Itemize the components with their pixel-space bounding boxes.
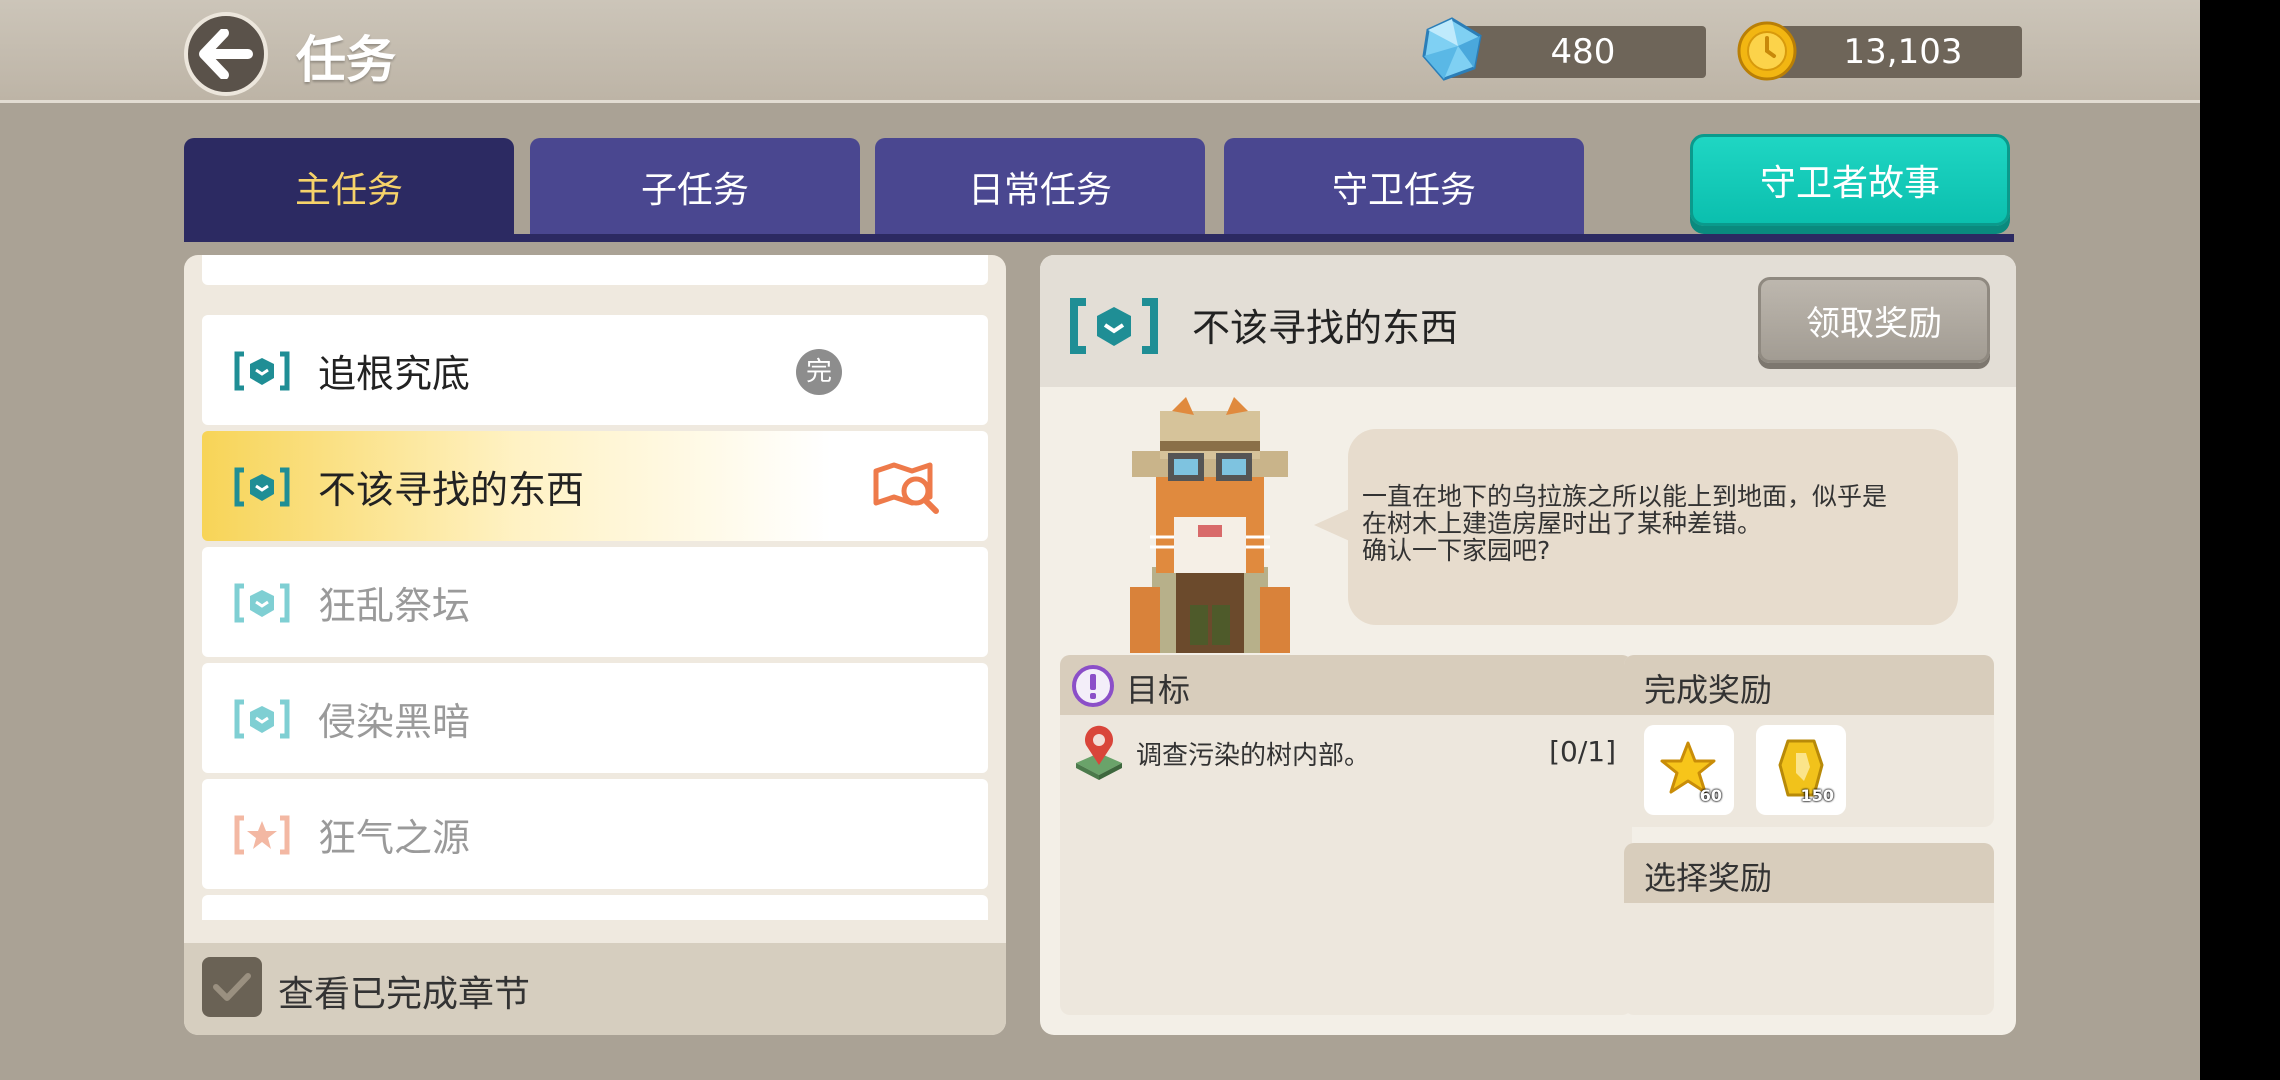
speech-bubble: 一直在地下的乌拉族之所以能上到地面，似乎是 在树木上建造房屋时出了某种差错。 确… (1348, 429, 1958, 625)
tab-label: 主任务 (294, 170, 403, 211)
tab-daily-quest[interactable]: 日常任务 (875, 138, 1205, 236)
objective-progress: [0/1] (1549, 735, 1616, 768)
gem-icon (1422, 17, 1482, 81)
completion-reward-header: 完成奖励 (1624, 655, 1994, 715)
completed-chapters-toggle[interactable]: 查看已完成章节 (184, 943, 1006, 1035)
quest-label: 狂气之源 (318, 816, 471, 860)
shield-bracket-icon (234, 467, 290, 507)
cat-explorer-character (1130, 397, 1290, 653)
shield-bracket-icon (234, 699, 290, 739)
reward-item[interactable]: 150 (1756, 725, 1846, 815)
tab-label: 日常任务 (967, 170, 1112, 211)
coin-counter: 13,103 (1764, 26, 2022, 78)
checkmark-icon (213, 973, 251, 1001)
shield-bracket-icon (234, 351, 290, 391)
quest-label: 不该寻找的东西 (318, 468, 585, 512)
shield-bracket-icon (1070, 298, 1158, 354)
quest-label: 狂乱祭坛 (318, 584, 471, 628)
select-reward-header: 选择奖励 (1624, 843, 1994, 903)
quest-detail-header: 不该寻找的东西 领取奖励 (1040, 255, 2016, 387)
map-search-icon (873, 462, 939, 514)
quest-label: 侵染黑暗 (318, 700, 471, 744)
select-reward-label: 选择奖励 (1644, 859, 1773, 897)
reward-quantity: 150 (1800, 786, 1834, 805)
guardian-story-button[interactable]: 守卫者故事 (1690, 134, 2010, 226)
list-item[interactable] (202, 895, 988, 920)
alert-circle-icon (1072, 665, 1114, 707)
tab-underline (184, 234, 2014, 242)
list-item-selected[interactable]: 不该寻找的东西 (202, 431, 988, 541)
location-pin-icon (1076, 725, 1122, 780)
quest-detail-panel: 不该寻找的东西 领取奖励 一直在地下的乌拉族之所以能上到地面，似乎是 在树木上建… (1040, 255, 2016, 1035)
list-item[interactable] (202, 255, 988, 285)
screen-edge (2200, 0, 2280, 1080)
shield-bracket-icon (234, 583, 290, 623)
quest-title: 不该寻找的东西 (1192, 306, 1459, 350)
top-bar: 任务 480 13,103 (0, 0, 2200, 103)
completed-chapters-label: 查看已完成章节 (278, 974, 531, 1015)
reward-quantity: 60 (1699, 786, 1722, 805)
star-bracket-icon (234, 815, 290, 855)
objective-header: 目标 (1060, 655, 1632, 715)
list-item[interactable]: 狂乱祭坛 (202, 547, 988, 657)
objective-text: 调查污染的树内部。 (1136, 741, 1371, 771)
page-title: 任务 (296, 31, 396, 89)
list-item[interactable]: 侵染黑暗 (202, 663, 988, 773)
guardian-story-label: 守卫者故事 (1759, 163, 1940, 204)
quest-list-panel: 追根究底 完 不该寻找的东西 狂乱祭坛 侵染黑暗 狂气之源 查看已完成章节 (184, 255, 1006, 1035)
completion-reward-label: 完成奖励 (1644, 671, 1773, 709)
tab-sub-quest[interactable]: 子任务 (530, 138, 860, 236)
tab-label: 子任务 (640, 170, 749, 211)
tab-guardian-quest[interactable]: 守卫任务 (1224, 138, 1584, 236)
reward-item[interactable]: 60 (1644, 725, 1734, 815)
list-item[interactable]: 追根究底 完 (202, 315, 988, 425)
objective-box: 目标 调查污染的树内部。 [0/1] (1060, 655, 1632, 1015)
completion-reward-box: 完成奖励 60 150 (1624, 655, 1994, 827)
tab-label: 守卫任务 (1331, 170, 1476, 211)
coin-amount: 13,103 (1843, 32, 1963, 72)
select-reward-box: 选择奖励 (1624, 843, 1994, 1015)
list-item[interactable]: 狂气之源 (202, 779, 988, 889)
gold-coin-icon (1737, 21, 1797, 81)
completed-badge: 完 (796, 349, 842, 395)
completed-chapters-checkbox[interactable] (202, 957, 262, 1017)
quest-label: 追根究底 (318, 352, 471, 396)
arrow-left-icon (199, 29, 253, 79)
quest-list[interactable]: 追根究底 完 不该寻找的东西 狂乱祭坛 侵染黑暗 狂气之源 (202, 255, 988, 920)
back-button[interactable] (184, 12, 268, 96)
tab-main-quest[interactable]: 主任务 (184, 138, 514, 236)
claim-reward-label: 领取奖励 (1806, 303, 1942, 344)
dialogue-text: 一直在地下的乌拉族之所以能上到地面，似乎是 在树木上建造房屋时出了某种差错。 确… (1362, 482, 1888, 565)
claim-reward-button[interactable]: 领取奖励 (1758, 277, 1990, 363)
objective-header-label: 目标 (1126, 671, 1191, 709)
